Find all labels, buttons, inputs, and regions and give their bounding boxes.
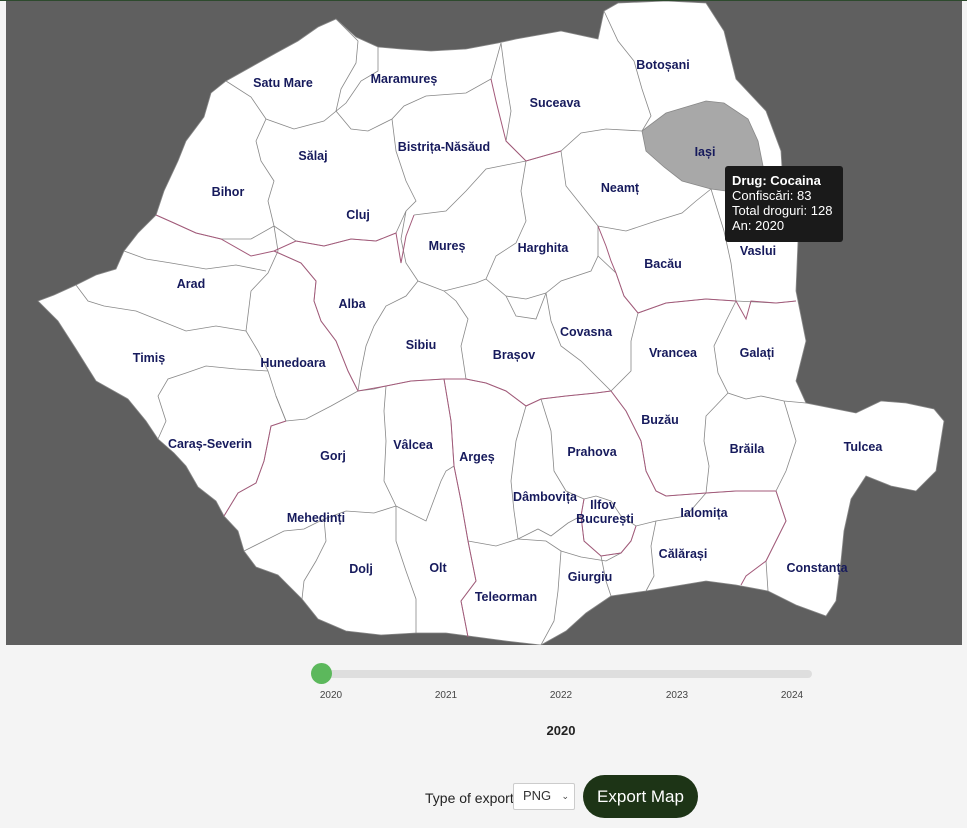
year-slider-track[interactable]: [319, 670, 812, 678]
label-sibiu: Sibiu: [406, 338, 437, 352]
label-alba: Alba: [338, 297, 366, 311]
label-iasi: Iași: [695, 145, 716, 159]
label-bacau: Bacău: [644, 257, 682, 271]
chevron-down-icon: ⌄: [561, 791, 569, 801]
label-dambovita: Dâmbovița: [513, 490, 578, 504]
label-olt: Olt: [429, 561, 447, 575]
country-outline: [37, 1, 945, 645]
tooltip-seizures: Confiscări: 83: [732, 188, 812, 203]
selected-year: 2020: [546, 723, 576, 738]
label-braila: Brăila: [730, 442, 766, 456]
label-ialomita: Ialomița: [680, 506, 728, 520]
export-type-select[interactable]: PNG ⌄: [513, 783, 575, 810]
slider-tick: 2020: [319, 690, 343, 701]
label-giurgiu: Giurgiu: [568, 570, 612, 584]
label-arad: Arad: [177, 277, 205, 291]
label-constanta: Constanța: [786, 561, 848, 575]
label-bihor: Bihor: [212, 185, 245, 199]
label-botosani: Botoșani: [636, 58, 689, 72]
label-brasov: Brașov: [493, 348, 535, 362]
label-buzau: Buzău: [641, 413, 679, 427]
tooltip-year: An: 2020: [732, 218, 785, 233]
label-caras-severin: Caraș-Severin: [168, 437, 252, 451]
label-bucuresti: București: [576, 512, 634, 526]
export-type-value: PNG: [523, 788, 552, 803]
label-timis: Timiș: [133, 351, 165, 365]
label-gorj: Gorj: [320, 449, 346, 463]
label-galati: Galați: [740, 346, 775, 360]
slider-tick: 2024: [780, 690, 804, 701]
label-calarasi: Călărași: [659, 547, 708, 561]
map-container[interactable]: Satu Mare Maramureș Botoșani Suceava Iaș…: [6, 1, 962, 645]
label-bistrita-nasaud: Bistrița-Năsăud: [398, 140, 490, 154]
tooltip-total: Total droguri: 128: [732, 203, 833, 218]
slider-tick: 2022: [549, 690, 573, 701]
romania-map[interactable]: Satu Mare Maramureș Botoșani Suceava Iaș…: [6, 1, 962, 645]
label-salaj: Sălaj: [298, 149, 327, 163]
label-covasna: Covasna: [560, 325, 613, 339]
slider-tick: 2021: [434, 690, 458, 701]
county-tooltip: Drug: Cocaina Confiscări: 83 Total drogu…: [725, 166, 843, 242]
label-satu-mare: Satu Mare: [253, 76, 313, 90]
label-valcea: Vâlcea: [393, 438, 434, 452]
label-cluj: Cluj: [346, 208, 370, 222]
label-harghita: Harghita: [518, 241, 570, 255]
label-mures: Mureș: [429, 239, 466, 253]
label-teleorman: Teleorman: [475, 590, 537, 604]
year-slider-thumb[interactable]: [311, 663, 332, 684]
label-vrancea: Vrancea: [649, 346, 698, 360]
label-hunedoara: Hunedoara: [260, 356, 326, 370]
tooltip-drug: Drug: Cocaina: [732, 173, 821, 188]
label-tulcea: Tulcea: [844, 440, 884, 454]
label-dolj: Dolj: [349, 562, 373, 576]
slider-tick: 2023: [665, 690, 689, 701]
export-map-button[interactable]: Export Map: [583, 775, 698, 818]
label-suceava: Suceava: [530, 96, 582, 110]
label-maramures: Maramureș: [371, 72, 438, 86]
label-mehedinti: Mehedinți: [287, 511, 345, 525]
label-vaslui: Vaslui: [740, 244, 776, 258]
label-prahova: Prahova: [567, 445, 617, 459]
label-neamt: Neamț: [601, 181, 640, 195]
label-arges: Argeș: [459, 450, 494, 464]
label-ilfov: Ilfov: [590, 498, 616, 512]
export-type-label: Type of export: [425, 790, 514, 806]
